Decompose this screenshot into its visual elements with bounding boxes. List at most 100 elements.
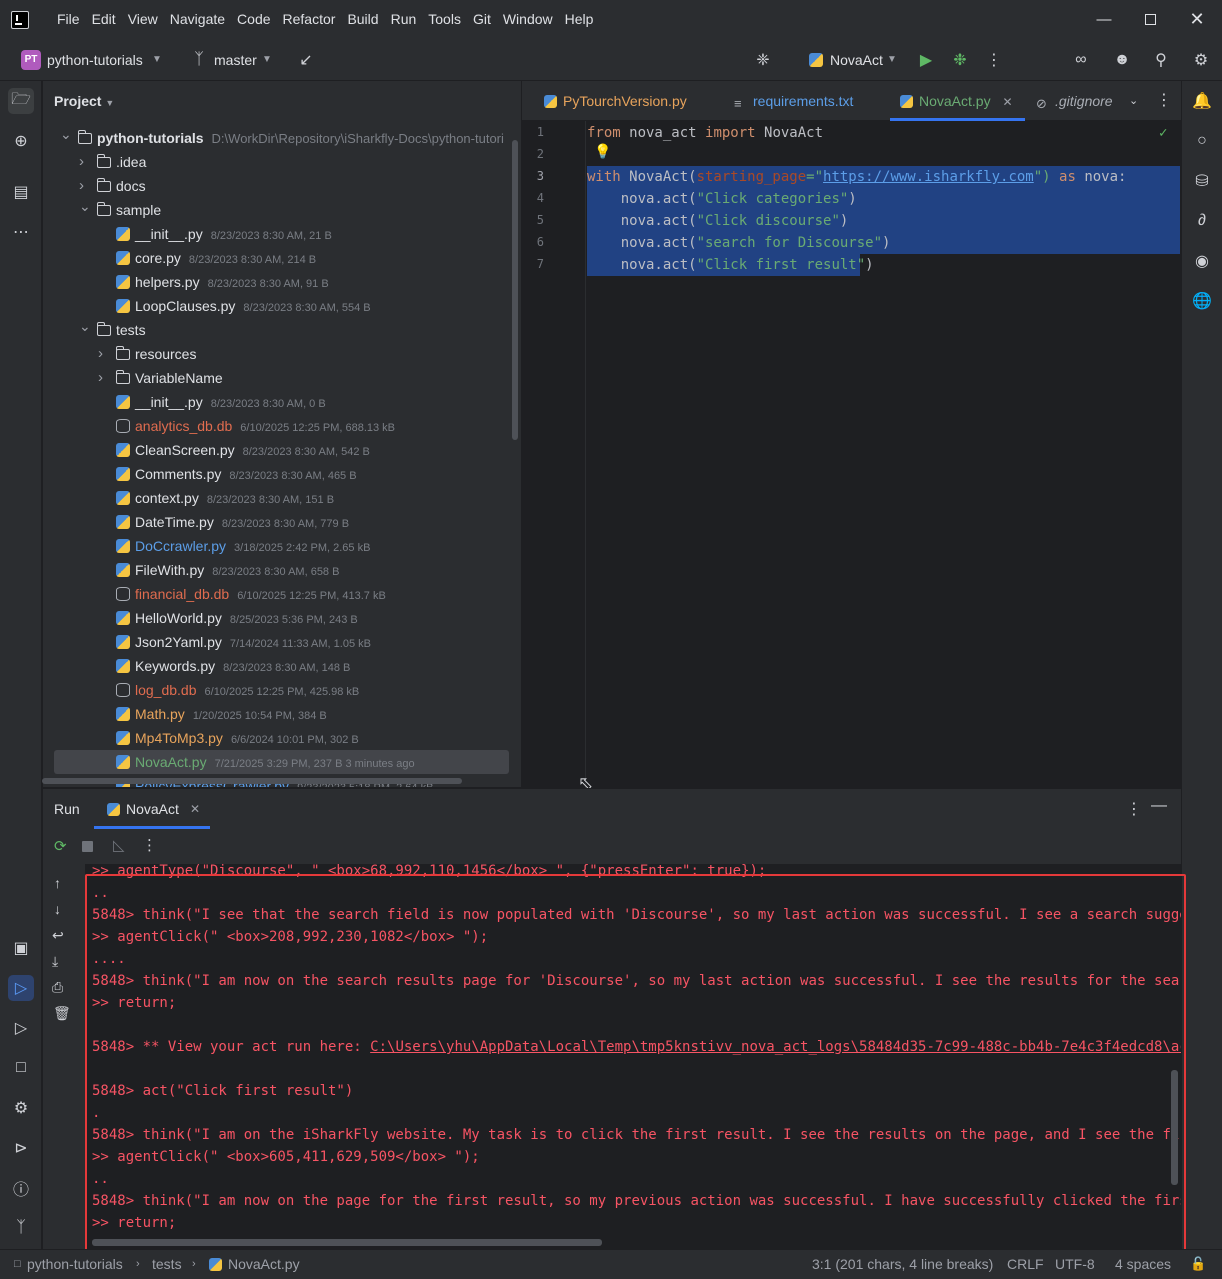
tab-novaact[interactable]: NovaAct.py ✕ — [900, 81, 1013, 121]
scroll-down-icon[interactable]: ↓ — [54, 901, 61, 917]
tree-item[interactable]: LoopClauses.py 8/23/2023 8:30 AM, 554 B — [43, 294, 521, 318]
menu-edit[interactable]: Edit — [86, 0, 122, 39]
tree-item[interactable]: log_db.db 6/10/2025 12:25 PM, 425.98 kB — [43, 678, 521, 702]
tree-item[interactable]: Json2Yaml.py 7/14/2024 11:33 AM, 1.05 kB — [43, 630, 521, 654]
menu-tools[interactable]: Tools — [422, 0, 467, 39]
menu-view[interactable]: View — [122, 0, 164, 39]
tree-item[interactable]: DoCcrawler.py 3/18/2025 2:42 PM, 2.65 kB — [43, 534, 521, 558]
file-encoding[interactable]: UTF-8 — [1055, 1250, 1095, 1279]
debug-icon[interactable]: ❉ — [949, 49, 971, 71]
tree-item[interactable]: › resources — [43, 342, 521, 366]
run-config-selector[interactable]: NovaAct — [830, 39, 883, 81]
close-tab-icon[interactable]: ✕ — [1002, 95, 1012, 109]
tree-item[interactable]: helpers.py 8/23/2023 8:30 AM, 91 B — [43, 270, 521, 294]
print-icon[interactable]: ⎙ — [52, 979, 63, 996]
menu-refactor[interactable]: Refactor — [277, 0, 342, 39]
python-console-icon[interactable]: ◉ — [1189, 248, 1215, 274]
tree-item[interactable]: HelloWorld.py 8/25/2023 5:36 PM, 243 B — [43, 606, 521, 630]
line-separator[interactable]: CRLF — [1007, 1250, 1044, 1279]
close-tab-icon[interactable]: ✕ — [190, 802, 200, 816]
terminal-icon[interactable]: ⊳ — [8, 1135, 34, 1161]
code-editor[interactable]: 1 2 3 4 5 6 7 from nova_act import NovaA… — [522, 121, 1181, 794]
more-tools-icon[interactable]: ⋯ — [8, 219, 34, 245]
tree-horizontal-scrollbar[interactable] — [42, 778, 462, 784]
soft-wrap-icon[interactable]: ↩ — [52, 927, 64, 944]
debug-bug-icon[interactable]: ❈ — [752, 49, 774, 71]
minimize-icon[interactable]: — — [1081, 0, 1127, 39]
endpoints-icon[interactable]: 🌐 — [1189, 288, 1215, 314]
tab-list-chevron-icon[interactable]: ⌄ — [1129, 81, 1138, 121]
tree-item[interactable]: ⌄ tests — [43, 318, 521, 342]
tree-item[interactable]: CleanScreen.py 8/23/2023 8:30 AM, 542 B — [43, 438, 521, 462]
menu-navigate[interactable]: Navigate — [164, 0, 231, 39]
tab-more-icon[interactable]: ⋮ — [1156, 81, 1172, 121]
structure-icon[interactable]: ▤ — [8, 179, 34, 205]
menu-run[interactable]: Run — [385, 0, 423, 39]
tree-vertical-scrollbar[interactable] — [512, 140, 518, 440]
sciview-icon[interactable]: ∂ — [1189, 208, 1215, 234]
git-icon[interactable]: ᛉ — [8, 1215, 34, 1241]
chevron-down-icon[interactable]: ⌄ — [60, 122, 72, 146]
ai-chat-icon[interactable]: ○ — [1189, 128, 1215, 154]
add-user-icon[interactable]: ☻ — [1111, 49, 1133, 71]
tree-item[interactable]: context.py 8/23/2023 8:30 AM, 151 B — [43, 486, 521, 510]
more-icon[interactable]: ⋮ — [142, 836, 157, 854]
chevron-down-icon[interactable]: ⌄ — [79, 314, 91, 338]
menu-git[interactable]: Git — [467, 0, 497, 39]
tree-item[interactable]: Keywords.py 8/23/2023 8:30 AM, 148 B — [43, 654, 521, 678]
tree-item[interactable]: › docs — [43, 174, 521, 198]
breadcrumb-project[interactable]: python-tutorials — [27, 1250, 123, 1279]
notifications-icon[interactable]: 🔔 — [1189, 88, 1215, 114]
problems-icon[interactable]: ⓘ — [8, 1175, 34, 1201]
tree-item[interactable]: Comments.py 8/23/2023 8:30 AM, 465 B — [43, 462, 521, 486]
branch-selector[interactable]: master — [214, 39, 257, 81]
tree-item[interactable]: › VariableName — [43, 366, 521, 390]
breadcrumb-file[interactable]: NovaAct.py — [228, 1250, 300, 1279]
trash-icon[interactable]: 🗑 — [53, 1005, 71, 1022]
maximize-icon[interactable] — [1127, 0, 1173, 39]
inspection-ok-check-icon[interactable]: ✓ — [1159, 125, 1167, 141]
breadcrumb-folder[interactable]: tests — [152, 1250, 182, 1279]
database-icon[interactable]: ⛁ — [1189, 168, 1215, 194]
tree-item[interactable]: financial_db.db 6/10/2025 12:25 PM, 413.7… — [43, 582, 521, 606]
run-tool-icon[interactable]: ▷ — [8, 975, 34, 1001]
tree-item[interactable]: › .idea — [43, 150, 521, 174]
tree-item[interactable]: Math.py 1/20/2025 10:54 PM, 384 B — [43, 702, 521, 726]
chevron-right-icon[interactable]: › — [98, 342, 110, 366]
project-selector[interactable]: python-tutorials — [47, 39, 143, 81]
menu-file[interactable]: File — [51, 0, 86, 39]
menu-help[interactable]: Help — [559, 0, 600, 39]
tree-item[interactable]: FileWith.py 8/23/2023 8:30 AM, 658 B — [43, 558, 521, 582]
tree-item[interactable]: __init__.py 8/23/2023 8:30 AM, 0 B — [43, 390, 521, 414]
tab-requirements[interactable]: ≡ requirements.txt — [734, 81, 853, 121]
stop-icon[interactable] — [82, 841, 93, 852]
bookmarks-icon[interactable]: □ — [8, 1055, 34, 1081]
tree-item[interactable]: DateTime.py 8/23/2023 8:30 AM, 779 B — [43, 510, 521, 534]
run-tab-novaact[interactable]: NovaAct ✕ — [94, 789, 210, 829]
tree-item[interactable]: __init__.py 8/23/2023 8:30 AM, 21 B — [43, 222, 521, 246]
tab-gitignore[interactable]: ⊘ .gitignore — [1036, 81, 1116, 121]
menu-window[interactable]: Window — [497, 0, 559, 39]
more-actions-icon[interactable]: ⋮ — [983, 49, 1005, 71]
chevron-right-icon[interactable]: › — [79, 150, 91, 174]
tab-pytourchversion[interactable]: PyTourchVersion.py — [544, 81, 687, 121]
settings-gear-icon[interactable]: ⚙ — [1190, 49, 1212, 71]
tree-item[interactable]: ⌄ sample — [43, 198, 521, 222]
chevron-down-icon[interactable]: ⌄ — [79, 194, 91, 218]
tree-item[interactable]: Mp4ToMp3.py 6/6/2024 10:01 PM, 302 B — [43, 726, 521, 750]
menu-code[interactable]: Code — [231, 0, 276, 39]
tree-item[interactable]: ⌄ python-tutorials D:\WorkDir\Repository\i… — [43, 126, 521, 150]
lock-icon[interactable]: 🔓 — [1190, 1250, 1206, 1279]
project-folder-icon[interactable]: 🗁 — [8, 88, 34, 114]
run-icon[interactable]: ▶ — [915, 49, 937, 71]
scroll-up-icon[interactable]: ↑ — [54, 875, 61, 891]
url-link[interactable]: https://www.isharkfly.com — [823, 169, 1034, 185]
scroll-to-end-icon[interactable]: ⤓ — [52, 953, 58, 970]
tree-item[interactable]: NovaAct.py 7/21/2025 3:29 PM, 237 B 3 min… — [54, 750, 509, 774]
indent-setting[interactable]: 4 spaces — [1115, 1250, 1171, 1279]
commit-icon[interactable]: ⊕ — [8, 128, 34, 154]
update-project-icon[interactable]: ↙ — [295, 49, 317, 71]
close-window-icon[interactable]: ✕ — [1174, 0, 1220, 39]
caret-position[interactable]: 3:1 (201 chars, 4 line breaks) — [812, 1250, 993, 1279]
rerun-icon[interactable]: ⟳ — [54, 837, 67, 855]
